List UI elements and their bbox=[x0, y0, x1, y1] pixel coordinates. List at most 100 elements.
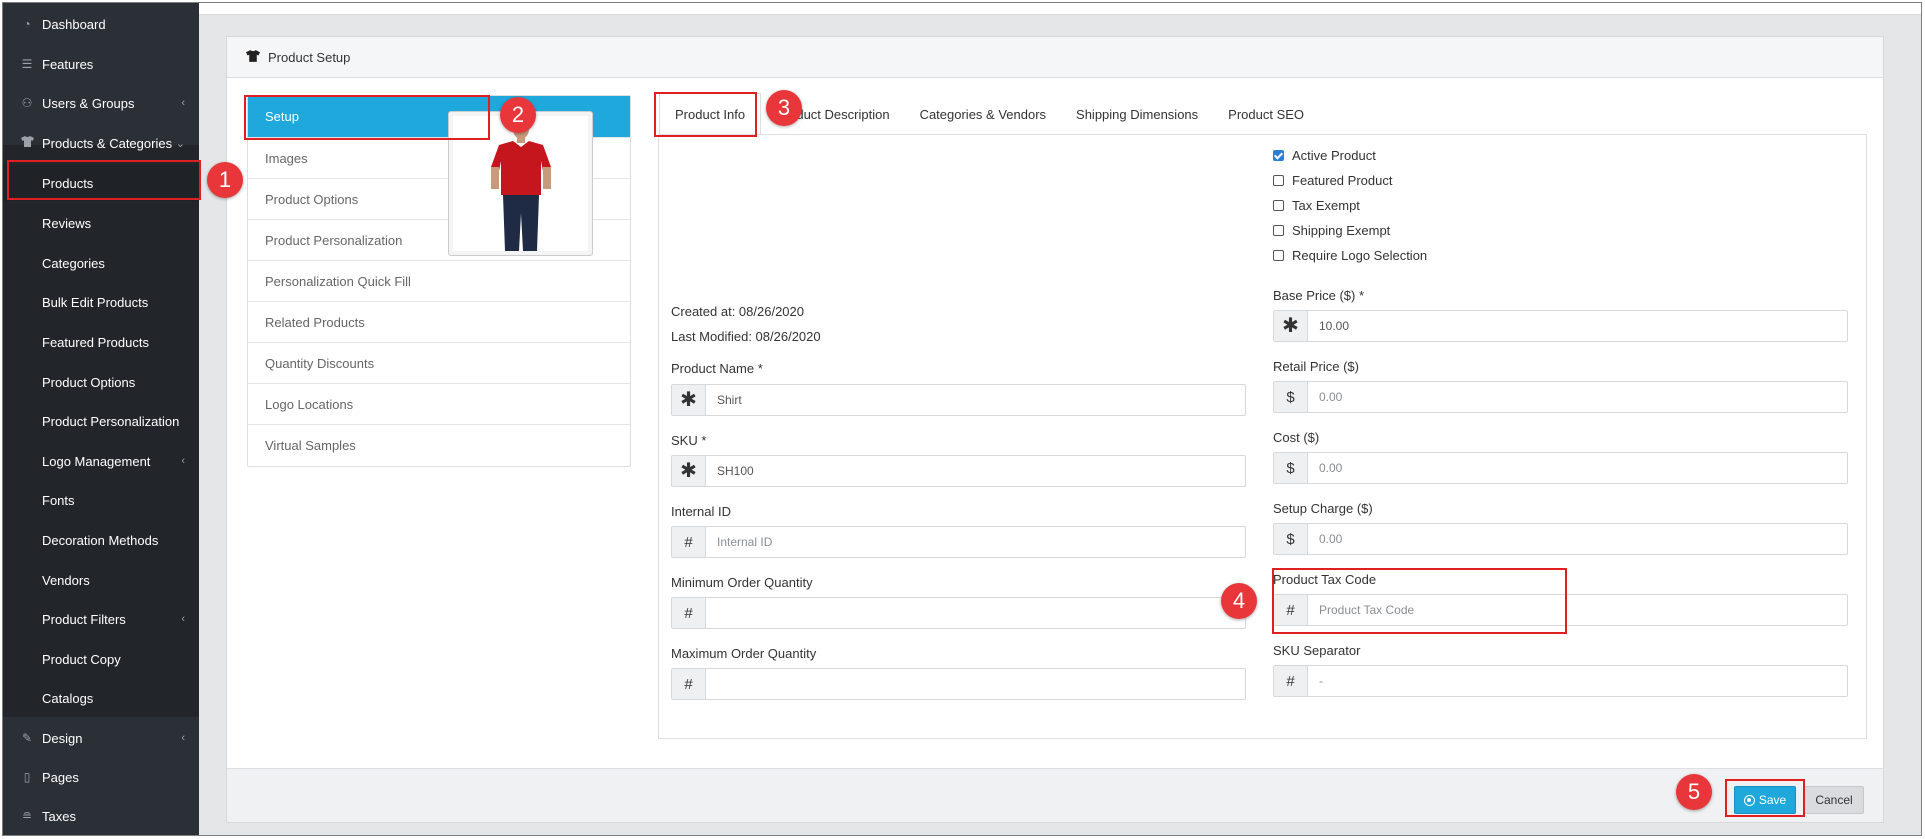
product-name-input[interactable] bbox=[706, 385, 1245, 415]
sidebar-item-label: Taxes bbox=[42, 808, 76, 824]
product-tax-code-input[interactable] bbox=[1308, 595, 1847, 625]
sidebar-item-categories[interactable]: Categories bbox=[3, 245, 199, 281]
sku-separator-label: SKU Separator bbox=[1273, 643, 1361, 658]
list-icon: ☰ bbox=[21, 57, 33, 71]
sku-separator-input[interactable] bbox=[1308, 666, 1847, 696]
chevron-left-icon: ‹ bbox=[181, 732, 185, 744]
sidebar-item-label: Featured Products bbox=[42, 334, 149, 350]
step-marker-5: 5 bbox=[1676, 774, 1712, 810]
chevron-down-icon: ⌄ bbox=[175, 137, 185, 150]
featured-product-checkbox-row[interactable]: Featured Product bbox=[1273, 173, 1392, 188]
sidebar-item-vendors[interactable]: Vendors bbox=[3, 562, 199, 598]
setup-charge-input[interactable] bbox=[1308, 524, 1847, 554]
sidebar-item-label: Catalogs bbox=[42, 690, 94, 706]
sidebar-item-taxes[interactable]: ≘ Taxes bbox=[3, 798, 199, 834]
sidebar-item-label: Dashboard bbox=[42, 16, 106, 32]
max-order-qty-input[interactable] bbox=[706, 669, 1245, 699]
step-marker-1: 1 bbox=[207, 162, 243, 198]
min-order-qty-input[interactable] bbox=[706, 598, 1245, 628]
base-price-input[interactable] bbox=[1308, 311, 1847, 341]
tab-product-info[interactable]: Product Info bbox=[659, 93, 762, 135]
featured-product-checkbox[interactable] bbox=[1273, 175, 1284, 186]
cost-input[interactable] bbox=[1308, 453, 1847, 483]
panel-title: Product Setup bbox=[268, 50, 351, 65]
sidebar-item-label: Product Filters bbox=[42, 611, 126, 627]
internal-id-field: # bbox=[671, 526, 1246, 558]
sidebar-item-products-categories[interactable]: Products & Categories ⌄ bbox=[3, 125, 199, 161]
sidebar-item-product-options[interactable]: Product Options bbox=[3, 364, 199, 400]
setup-charge-field: $ bbox=[1273, 523, 1848, 555]
sidebar-item-label: Vendors bbox=[42, 572, 90, 588]
chevron-left-icon: ‹ bbox=[181, 613, 185, 625]
sidebar-item-bulk-edit-products[interactable]: Bulk Edit Products bbox=[3, 284, 199, 320]
sidebar-item-label: Features bbox=[42, 56, 94, 72]
sidebar-item-label: Products bbox=[42, 175, 94, 191]
chevron-left-icon: ‹ bbox=[181, 97, 185, 109]
users-icon: ⚇ bbox=[21, 96, 33, 110]
sidebar-item-logo-management[interactable]: Logo Management ‹ bbox=[3, 443, 199, 479]
product-tax-code-label: Product Tax Code bbox=[1273, 572, 1377, 587]
setup-nav-item-virtual-samples[interactable]: Virtual Samples bbox=[248, 425, 630, 466]
sidebar-item-featured-products[interactable]: Featured Products bbox=[3, 324, 199, 360]
cost-field: $ bbox=[1273, 452, 1848, 484]
sidebar-item-products[interactable]: Products bbox=[3, 165, 199, 201]
shipping-exempt-checkbox-row[interactable]: Shipping Exempt bbox=[1273, 223, 1390, 238]
asterisk-icon: ✱ bbox=[672, 385, 706, 415]
sidebar-item-design[interactable]: ✎ Design ‹ bbox=[3, 720, 199, 756]
retail-price-input[interactable] bbox=[1308, 382, 1847, 412]
save-icon bbox=[1743, 794, 1755, 806]
dollar-icon: $ bbox=[1274, 453, 1308, 483]
setup-nav-item-personalization-quick-fill[interactable]: Personalization Quick Fill bbox=[248, 261, 630, 302]
sidebar-item-label: Logo Management bbox=[42, 453, 151, 469]
setup-nav-item-quantity-discounts[interactable]: Quantity Discounts bbox=[248, 343, 630, 384]
sidebar-item-product-personalization[interactable]: Product Personalization bbox=[3, 403, 199, 439]
sidebar-item-dashboard[interactable]: ◔ Dashboard bbox=[3, 6, 199, 42]
sidebar-item-users-groups[interactable]: ⚇ Users & Groups ‹ bbox=[3, 85, 199, 121]
save-button[interactable]: Save bbox=[1734, 786, 1796, 814]
sidebar-item-features[interactable]: ☰ Features bbox=[3, 46, 199, 82]
sku-input[interactable] bbox=[706, 456, 1245, 486]
sidebar-item-product-copy[interactable]: Product Copy bbox=[3, 641, 199, 677]
min-order-qty-label: Minimum Order Quantity bbox=[671, 575, 813, 590]
sku-field: ✱ bbox=[671, 455, 1246, 487]
sidebar-item-label: Fonts bbox=[42, 492, 75, 508]
sidebar-item-label: Categories bbox=[42, 255, 105, 271]
coins-icon: ≘ bbox=[21, 809, 33, 823]
sidebar-item-label: Product Copy bbox=[42, 651, 121, 667]
active-product-checkbox[interactable] bbox=[1273, 150, 1284, 161]
tax-exempt-checkbox-row[interactable]: Tax Exempt bbox=[1273, 198, 1360, 213]
sidebar-item-product-filters[interactable]: Product Filters ‹ bbox=[3, 601, 199, 637]
setup-nav-item-related-products[interactable]: Related Products bbox=[248, 302, 630, 343]
product-name-label: Product Name * bbox=[671, 361, 763, 376]
tax-exempt-checkbox[interactable] bbox=[1273, 200, 1284, 211]
last-modified-text: Last Modified: 08/26/2020 bbox=[671, 329, 821, 344]
product-tax-code-field: # bbox=[1273, 594, 1848, 626]
shipping-exempt-checkbox[interactable] bbox=[1273, 225, 1284, 236]
top-bar bbox=[199, 3, 1921, 15]
require-logo-checkbox-row[interactable]: Require Logo Selection bbox=[1273, 248, 1427, 263]
sidebar-item-decoration-methods[interactable]: Decoration Methods bbox=[3, 522, 199, 558]
internal-id-label: Internal ID bbox=[671, 504, 731, 519]
checkbox-label: Require Logo Selection bbox=[1292, 248, 1428, 263]
active-product-checkbox-row[interactable]: Active Product bbox=[1273, 148, 1376, 163]
sidebar-item-pages[interactable]: ▯ Pages bbox=[3, 759, 199, 795]
sidebar-item-fonts[interactable]: Fonts bbox=[3, 482, 199, 518]
cost-label: Cost ($) bbox=[1273, 430, 1320, 445]
checkbox-label: Active Product bbox=[1292, 148, 1376, 163]
hash-icon: # bbox=[672, 669, 706, 699]
tab-product-seo[interactable]: Product SEO bbox=[1213, 93, 1319, 135]
tab-shipping-dimensions[interactable]: Shipping Dimensions bbox=[1061, 93, 1213, 135]
sidebar-item-reviews[interactable]: Reviews bbox=[3, 205, 199, 241]
sidebar-item-label: Bulk Edit Products bbox=[42, 294, 149, 310]
hash-icon: # bbox=[672, 527, 706, 557]
hash-icon: # bbox=[1274, 595, 1308, 625]
sidebar-item-catalogs[interactable]: Catalogs bbox=[3, 680, 199, 716]
setup-nav-item-logo-locations[interactable]: Logo Locations bbox=[248, 384, 630, 425]
sidebar-item-label: Product Options bbox=[42, 374, 136, 390]
tab-bar: Product Info Product Description Categor… bbox=[659, 93, 1319, 135]
cancel-button[interactable]: Cancel bbox=[1804, 786, 1864, 814]
require-logo-selection-checkbox[interactable] bbox=[1273, 250, 1284, 261]
tab-categories-vendors[interactable]: Categories & Vendors bbox=[905, 93, 1061, 135]
internal-id-input[interactable] bbox=[706, 527, 1245, 557]
setup-charge-label: Setup Charge ($) bbox=[1273, 501, 1373, 516]
